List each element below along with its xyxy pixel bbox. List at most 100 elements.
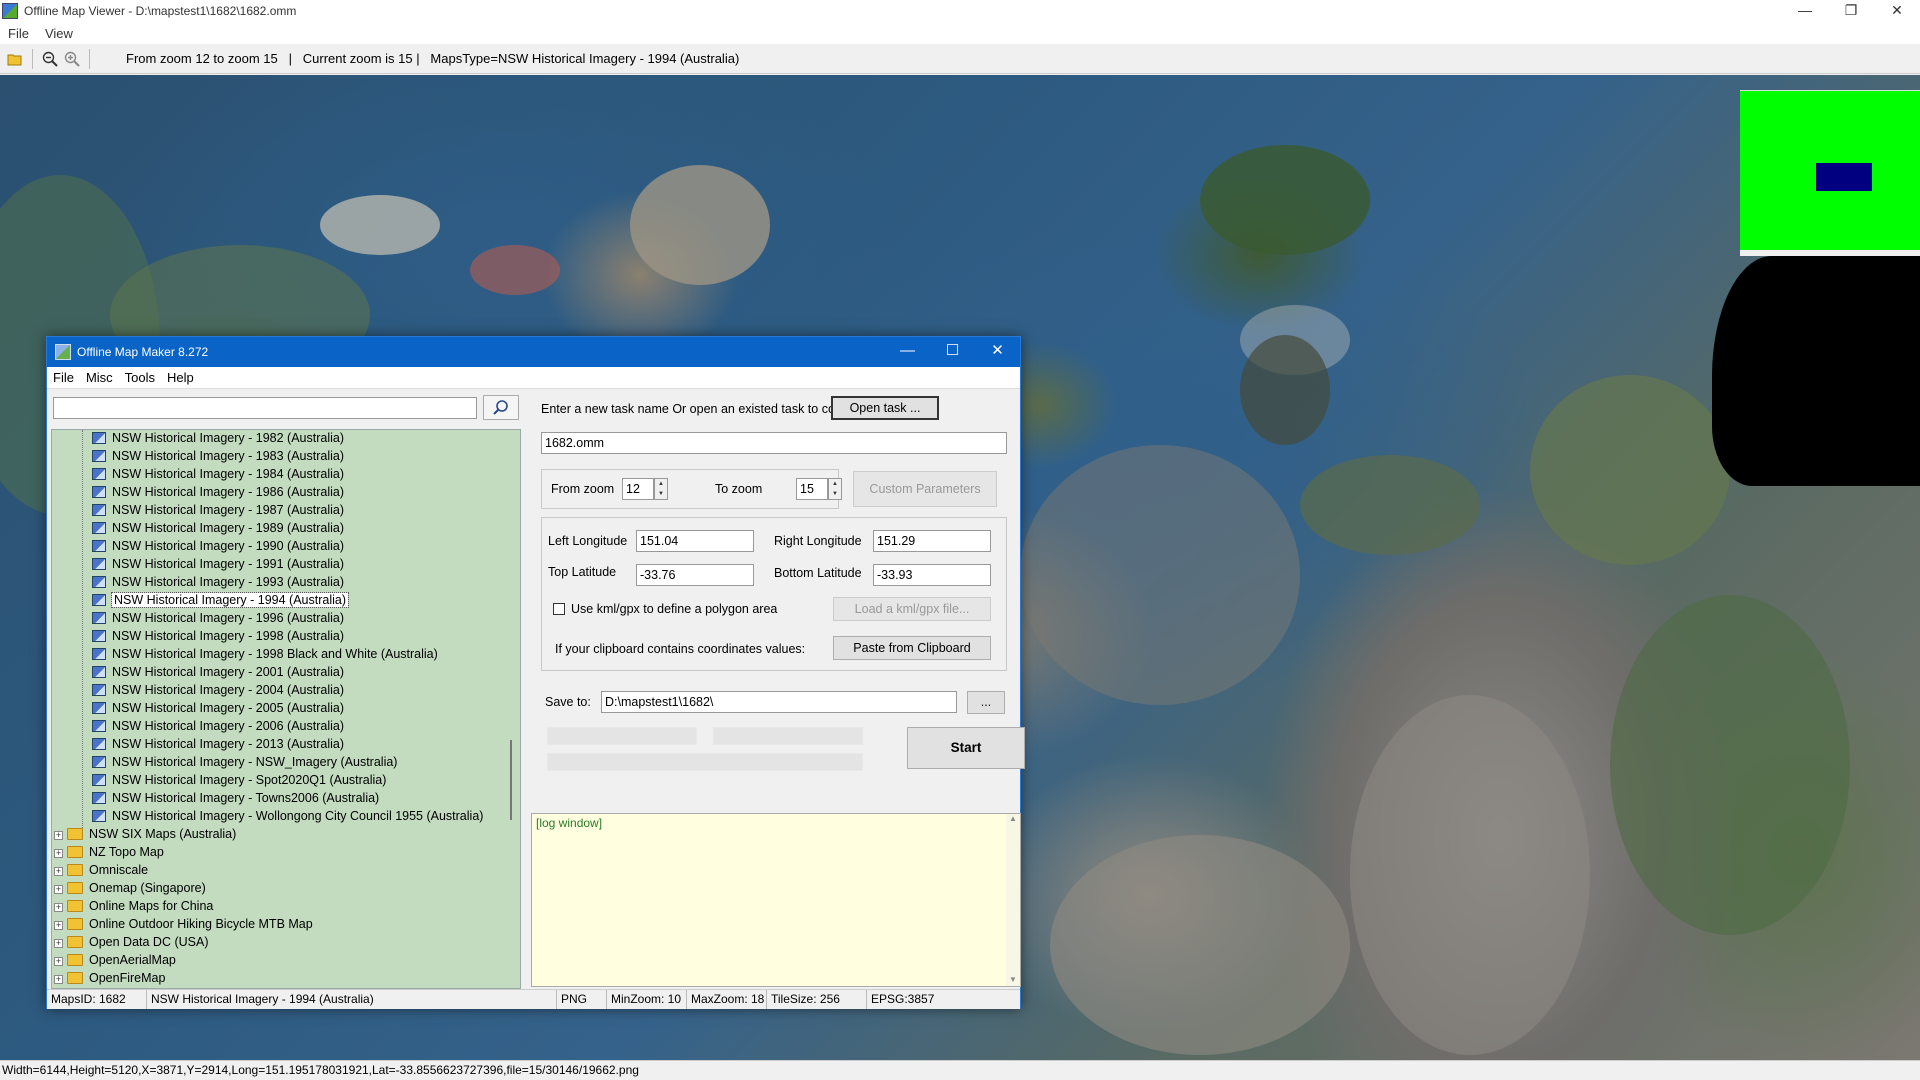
status-epsg: EPSG:3857 xyxy=(871,992,935,1006)
map-layer-icon xyxy=(92,594,106,606)
task-name-field[interactable]: 1682.omm xyxy=(541,432,1007,454)
start-button[interactable]: Start xyxy=(907,727,1025,769)
left-longitude-label: Left Longitude xyxy=(548,534,628,548)
tree-item[interactable]: NSW Historical Imagery - 2001 (Australia… xyxy=(92,663,344,681)
tree-item[interactable]: NSW Historical Imagery - 2004 (Australia… xyxy=(92,681,344,699)
expand-icon[interactable]: + xyxy=(54,921,63,930)
status-max-zoom: MaxZoom: 18 xyxy=(687,990,767,1009)
tree-item-label: NSW Historical Imagery - 1994 (Australia… xyxy=(110,592,350,608)
open-task-button[interactable]: Open task ... xyxy=(831,396,939,420)
close-button[interactable]: ✕ xyxy=(1874,0,1920,22)
tree-folder[interactable]: + OpenAerialMap xyxy=(54,951,176,969)
tree-folder[interactable]: + Omniscale xyxy=(54,861,148,879)
tree-scrollbar[interactable] xyxy=(510,740,520,820)
menu-help[interactable]: Help xyxy=(161,370,200,385)
tree-folder[interactable]: + NSW SIX Maps (Australia) xyxy=(54,825,236,843)
tree-folder[interactable]: + Online Maps for China xyxy=(54,897,213,915)
tree-folder[interactable]: + Online Outdoor Hiking Bicycle MTB Map xyxy=(54,915,313,933)
dialog-title-bar[interactable]: Offline Map Maker 8.272 — ☐ ✕ xyxy=(47,337,1020,367)
bottom-latitude-field[interactable]: -33.93 xyxy=(873,564,991,586)
zoom-out-icon[interactable] xyxy=(39,48,61,70)
tree-item[interactable]: NSW Historical Imagery - 1984 (Australia… xyxy=(92,465,344,483)
expand-icon[interactable]: + xyxy=(54,957,63,966)
tree-item[interactable]: NSW Historical Imagery - 1998 (Australia… xyxy=(92,627,344,645)
expand-icon[interactable]: + xyxy=(54,867,63,876)
search-button[interactable] xyxy=(483,395,519,420)
expand-icon[interactable]: + xyxy=(54,885,63,894)
search-input[interactable] xyxy=(53,397,477,419)
menu-misc[interactable]: Misc xyxy=(80,370,119,385)
tree-item[interactable]: NSW Historical Imagery - 1986 (Australia… xyxy=(92,483,344,501)
folder-icon xyxy=(67,954,83,966)
expand-icon[interactable]: + xyxy=(54,849,63,858)
load-kml-button[interactable]: Load a kml/gpx file... xyxy=(833,597,991,621)
tree-item[interactable]: NSW Historical Imagery - 1991 (Australia… xyxy=(92,555,344,573)
tree-item[interactable]: NSW Historical Imagery - 2005 (Australia… xyxy=(92,699,344,717)
expand-icon[interactable]: + xyxy=(54,903,63,912)
map-feature xyxy=(1050,835,1350,1055)
tree-item[interactable]: NSW Historical Imagery - 1994 (Australia… xyxy=(92,591,350,609)
tree-folder[interactable]: + NZ Topo Map xyxy=(54,843,164,861)
menu-file[interactable]: File xyxy=(0,26,37,41)
tree-folder[interactable]: + OpenFireMap xyxy=(54,969,165,987)
expand-icon[interactable]: + xyxy=(54,831,63,840)
overview-viewport-indicator[interactable] xyxy=(1816,163,1872,191)
open-folder-icon[interactable] xyxy=(4,48,26,70)
dialog-close-button[interactable]: ✕ xyxy=(975,337,1020,367)
tree-folder[interactable]: + Onemap (Singapore) xyxy=(54,879,206,897)
menu-tools[interactable]: Tools xyxy=(119,370,161,385)
log-window[interactable]: [log window] ▲ ▼ xyxy=(531,813,1021,987)
use-kml-checkbox[interactable] xyxy=(553,603,565,615)
dialog-menu-bar: File Misc Tools Help xyxy=(47,367,1020,389)
tree-item[interactable]: NSW Historical Imagery - 1998 Black and … xyxy=(92,645,438,663)
tree-item[interactable]: NSW Historical Imagery - 1993 (Australia… xyxy=(92,573,344,591)
main-title-bar: Offline Map Viewer - D:\mapstest1\1682\1… xyxy=(0,0,1920,22)
tree-item[interactable]: NSW Historical Imagery - Spot2020Q1 (Aus… xyxy=(92,771,386,789)
tree-item[interactable]: NSW Historical Imagery - 2006 (Australia… xyxy=(92,717,344,735)
map-feature xyxy=(1020,445,1300,705)
minimize-button[interactable]: — xyxy=(1782,0,1828,22)
tree-item[interactable]: NSW Historical Imagery - 1983 (Australia… xyxy=(92,447,344,465)
maximize-button[interactable]: ❐ xyxy=(1828,0,1874,22)
expand-icon[interactable]: + xyxy=(54,939,63,948)
dialog-maximize-button[interactable]: ☐ xyxy=(930,337,975,367)
tree-folder[interactable]: + Open Data DC (USA) xyxy=(54,933,208,951)
from-zoom-field[interactable]: 12 xyxy=(622,478,654,500)
status-tile-size: TileSize: 256 xyxy=(767,990,867,1009)
tree-item-label: NSW Historical Imagery - 1991 (Australia… xyxy=(112,557,345,571)
tree-item[interactable]: NSW Historical Imagery - Wollongong City… xyxy=(92,807,483,825)
tree-item[interactable]: NSW Historical Imagery - Towns2006 (Aust… xyxy=(92,789,379,807)
main-toolbar: From zoom 12 to zoom 15 | Current zoom i… xyxy=(0,44,1920,74)
paste-from-clipboard-button[interactable]: Paste from Clipboard xyxy=(833,636,991,660)
dialog-minimize-button[interactable]: — xyxy=(885,337,930,367)
tree-item[interactable]: NSW Historical Imagery - 1990 (Australia… xyxy=(92,537,344,555)
map-layer-icon xyxy=(92,432,106,444)
custom-parameters-button[interactable]: Custom Parameters xyxy=(853,471,997,507)
tree-item[interactable]: NSW Historical Imagery - 2013 (Australia… xyxy=(92,735,344,753)
tree-item[interactable]: NSW Historical Imagery - 1989 (Australia… xyxy=(92,519,344,537)
tree-item-label: NSW Historical Imagery - 1986 (Australia… xyxy=(112,485,345,499)
menu-file[interactable]: File xyxy=(47,370,80,385)
save-path-field[interactable]: D:\mapstest1\1682\ xyxy=(601,691,957,713)
tree-item[interactable]: NSW Historical Imagery - NSW_Imagery (Au… xyxy=(92,753,397,771)
to-zoom-field[interactable]: 15 xyxy=(796,478,828,500)
left-longitude-field[interactable]: 151.04 xyxy=(636,530,754,552)
browse-button[interactable]: ... xyxy=(967,691,1005,714)
from-zoom-spinner[interactable]: ▲ ▼ xyxy=(654,478,668,500)
tree-item[interactable]: NSW Historical Imagery - 1996 (Australia… xyxy=(92,609,344,627)
log-scrollbar[interactable]: ▲ ▼ xyxy=(1006,814,1020,986)
folder-icon xyxy=(67,882,83,894)
tree-item[interactable]: NSW Historical Imagery - 1987 (Australia… xyxy=(92,501,344,519)
top-latitude-field[interactable]: -33.76 xyxy=(636,564,754,586)
tree-item[interactable]: NSW Historical Imagery - 1982 (Australia… xyxy=(92,430,344,447)
map-layer-icon xyxy=(92,684,106,696)
map-type-tree[interactable]: NSW Historical Imagery - 1982 (Australia… xyxy=(51,429,521,989)
right-longitude-field[interactable]: 151.29 xyxy=(873,530,991,552)
tree-folder-label: OpenAerialMap xyxy=(89,953,176,967)
to-zoom-spinner[interactable]: ▲ ▼ xyxy=(828,478,842,500)
overview-minimap[interactable] xyxy=(1740,90,1920,250)
expand-icon[interactable]: + xyxy=(54,975,63,984)
zoom-in-icon[interactable] xyxy=(61,48,83,70)
map-layer-icon xyxy=(92,630,106,642)
menu-view[interactable]: View xyxy=(37,26,81,41)
